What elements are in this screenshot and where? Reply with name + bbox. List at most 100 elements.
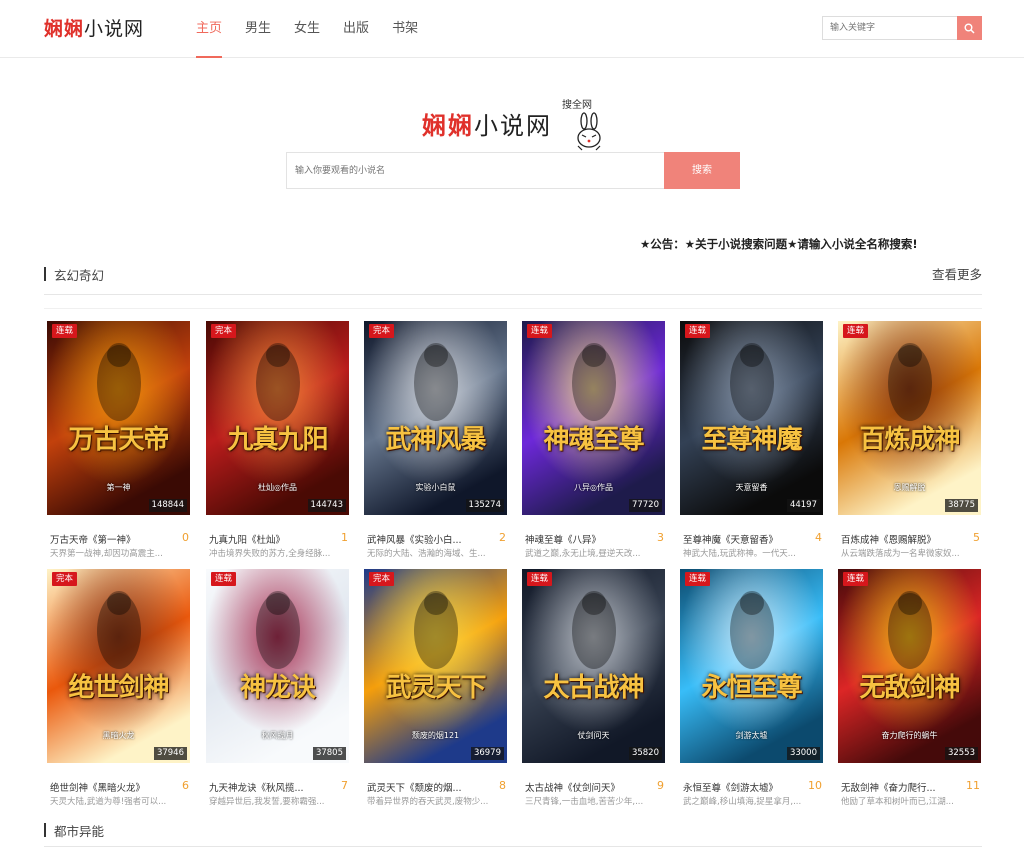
- cover-title-text: 至尊神魔: [701, 425, 802, 455]
- read-count-badge: 135274: [465, 499, 504, 512]
- book-card[interactable]: 永恒至尊 剑游太墟 连载 33000 永恒至尊《剑游太墟》 10 武之巅峰,移山填海,捉星拿…: [680, 569, 823, 815]
- view-more-link[interactable]: 查看更多: [932, 264, 982, 283]
- section-divider-inner: [44, 308, 982, 309]
- book-title-link[interactable]: 武神风暴《实验小白...: [367, 532, 485, 546]
- status-badge: 连载: [211, 572, 237, 586]
- book-cover[interactable]: 太古战神仗剑问天 连载 35820: [522, 569, 665, 763]
- book-description: 天界第一战神,却因功高震主...: [50, 549, 163, 559]
- status-badge: 连载: [527, 572, 553, 586]
- book-cover[interactable]: 永恒至尊 剑游太墟 连载 33000: [680, 569, 823, 763]
- book-description: 天灵大陆,武道为尊!强者可以...: [50, 797, 167, 807]
- cover-title-text: 太古战神: [543, 673, 644, 703]
- status-badge: 完本: [211, 324, 237, 338]
- book-cover[interactable]: 绝世剑神黑暗火龙 完本 37946: [47, 569, 190, 763]
- hero-logo-rest: 小说网: [474, 112, 552, 140]
- header-search: [822, 16, 982, 40]
- read-count-badge: 33000: [786, 747, 820, 760]
- book-cover[interactable]: 神魂至尊 八异◎作品 连载 77720: [522, 321, 665, 515]
- hero-search-button[interactable]: 搜索: [664, 152, 740, 189]
- book-cover[interactable]: 武灵天下 颓废的烟121 完本 36979: [364, 569, 507, 763]
- read-count-badge: 35820: [628, 747, 662, 760]
- book-description: 武之巅峰,移山填海,捉星拿月,...: [683, 797, 802, 807]
- book-card[interactable]: 至尊神魔 天意留香 连载 44197 至尊神魔《天意留香》 4 神武大陆,玩武称神。一代天.…: [680, 321, 823, 567]
- book-description: 无际的大陆、浩瀚的海域、生...: [367, 549, 486, 559]
- book-card[interactable]: 万古天帝 第一神 连载 148844 万古天帝《第一神》 0 天界第一战神,却因功高震主..…: [47, 321, 190, 567]
- cover-title-text: 神龙诀: [239, 673, 316, 703]
- book-description: 穿越异世后,我发誓,要称霸强...: [209, 797, 325, 807]
- cover-author-text: 秋风揽月: [261, 731, 294, 740]
- book-cover[interactable]: 至尊神魔 天意留香 连载 44197: [680, 321, 823, 515]
- nav-female[interactable]: 女生: [294, 0, 320, 58]
- section-marker: [44, 267, 46, 281]
- nav-publish[interactable]: 出版: [343, 0, 369, 58]
- cover-title-text: 九真九阳: [227, 425, 328, 455]
- section-header-fantasy: 玄幻奇幻 查看更多: [44, 262, 982, 294]
- nav-home[interactable]: 主页: [196, 0, 223, 58]
- book-card[interactable]: 百炼成神 恩赐解脱 连载 38775 百炼成神《恩赐解脱》 5 从云端跌落成为一名卑微家奴.…: [838, 321, 981, 567]
- hero-logo-title: 娴娴小说网: [422, 106, 552, 141]
- nav-bookshelf[interactable]: 书架: [392, 0, 418, 58]
- book-title-link[interactable]: 神魂至尊《八异》: [525, 532, 643, 546]
- cover-title-text: 万古天帝: [68, 425, 169, 455]
- book-cover[interactable]: 九真九阳 杜灿◎作品 完本 144743: [206, 321, 349, 515]
- book-title-link[interactable]: 至尊神魔《天意留香》: [683, 532, 801, 546]
- logo-red-text: 娴娴: [44, 18, 85, 40]
- section-title: 玄幻奇幻: [54, 268, 105, 283]
- status-badge: 完本: [369, 572, 395, 586]
- book-title-link[interactable]: 九天神龙诀《秋风揽...: [209, 780, 327, 794]
- book-title-link[interactable]: 武灵天下《颓废的烟...: [367, 780, 485, 794]
- read-count-badge: 32553: [944, 747, 978, 760]
- book-cover[interactable]: 武神风暴 实验小白鼠 完本 135274: [364, 321, 507, 515]
- book-card[interactable]: 武灵天下 颓废的烟121 完本 36979 武灵天下《颓废的烟... 8 带着异世界的吞天武…: [364, 569, 507, 815]
- hero-search: 搜索: [286, 152, 740, 189]
- status-badge: 连载: [685, 324, 711, 338]
- book-description: 武道之巅,永无止境,昼逆天改...: [525, 549, 641, 559]
- book-card[interactable]: 神魂至尊 八异◎作品 连载 77720 神魂至尊《八异》 3 武道之巅,永无止境,昼逆天改.…: [522, 321, 665, 567]
- section-divider: [44, 846, 982, 847]
- cover-title-text: 绝世剑神: [68, 673, 169, 703]
- book-cover[interactable]: 无敌剑神 奋力爬行的蜗牛 连载 32553: [838, 569, 981, 763]
- nav-male[interactable]: 男生: [245, 0, 271, 58]
- book-rank-number: 8: [499, 779, 506, 792]
- book-title-link[interactable]: 永恒至尊《剑游太墟》: [683, 780, 801, 794]
- book-title-link[interactable]: 绝世剑神《黑暗火龙》: [50, 780, 168, 794]
- read-count-badge: 77720: [628, 499, 662, 512]
- read-count-badge: 36979: [470, 747, 504, 760]
- book-card[interactable]: 武神风暴 实验小白鼠 完本 135274 武神风暴《实验小白... 2 无际的大陆、浩瀚的海…: [364, 321, 507, 567]
- site-logo[interactable]: 娴娴小说网: [44, 14, 144, 41]
- cover-title-text: 百炼成神: [859, 425, 960, 455]
- section-title: 都市异能: [54, 824, 105, 839]
- book-cover[interactable]: 百炼成神 恩赐解脱 连载 38775: [838, 321, 981, 515]
- cover-author-text: 奋力爬行的蜗牛: [881, 731, 938, 740]
- book-rank-number: 3: [657, 531, 664, 544]
- cover-title-text: 武神风暴: [385, 425, 486, 455]
- book-title-link[interactable]: 太古战神《仗剑问天》: [525, 780, 643, 794]
- book-rank-number: 1: [341, 531, 348, 544]
- cover-title-text: 无敌剑神: [859, 673, 960, 703]
- book-rank-number: 10: [808, 779, 822, 792]
- book-rank-number: 9: [657, 779, 664, 792]
- book-cover[interactable]: 神龙诀 秋风揽月 连载 37805: [206, 569, 349, 763]
- book-title-link[interactable]: 九真九阳《杜灿》: [209, 532, 327, 546]
- status-badge: 完本: [52, 572, 78, 586]
- book-title-link[interactable]: 万古天帝《第一神》: [50, 532, 168, 546]
- book-card[interactable]: 太古战神 仗剑问天 连载 35820 太古战神《仗剑问天》 9 三尺青锋,一击血地,苦苦少年…: [522, 569, 665, 815]
- hero-search-input[interactable]: [286, 152, 664, 189]
- book-card[interactable]: 神龙诀 秋风揽月 连载 37805 九天神龙诀《秋风揽... 7 穿越异世后,我发誓,要称霸…: [206, 569, 349, 815]
- book-rank-number: 7: [341, 779, 348, 792]
- book-title-link[interactable]: 百炼成神《恩赐解脱》: [841, 532, 959, 546]
- header-search-button[interactable]: [957, 16, 982, 40]
- book-card[interactable]: 九真九阳 杜灿◎作品 完本 144743 九真九阳《杜灿》 1 冲击境界失败的苏方,全身经脉…: [206, 321, 349, 567]
- cover-author-text: 仗剑问天: [577, 731, 610, 740]
- read-count-badge: 37946: [153, 747, 187, 760]
- book-card[interactable]: 绝世剑神 黑暗火龙 完本 37946 绝世剑神《黑暗火龙》 6 天灵大陆,武道为尊!强者可以…: [47, 569, 190, 815]
- header-search-input[interactable]: [823, 17, 957, 39]
- cover-title-text: 神魂至尊: [543, 425, 644, 455]
- cover-author-text: 第一神: [106, 483, 131, 492]
- cover-author-text: 黑暗火龙: [102, 731, 135, 740]
- book-description: 神武大陆,玩武称神。一代天...: [683, 549, 796, 559]
- book-card[interactable]: 无敌剑神 奋力爬行的蜗牛 连载 32553 无敌剑神《奋力爬行... 11 他励了草本和树叶…: [838, 569, 981, 815]
- book-cover[interactable]: 万古天帝 第一神 连载 148844: [47, 321, 190, 515]
- main-nav: 主页 男生 女生 出版 书架: [196, 0, 441, 58]
- book-title-link[interactable]: 无敌剑神《奋力爬行...: [841, 780, 959, 794]
